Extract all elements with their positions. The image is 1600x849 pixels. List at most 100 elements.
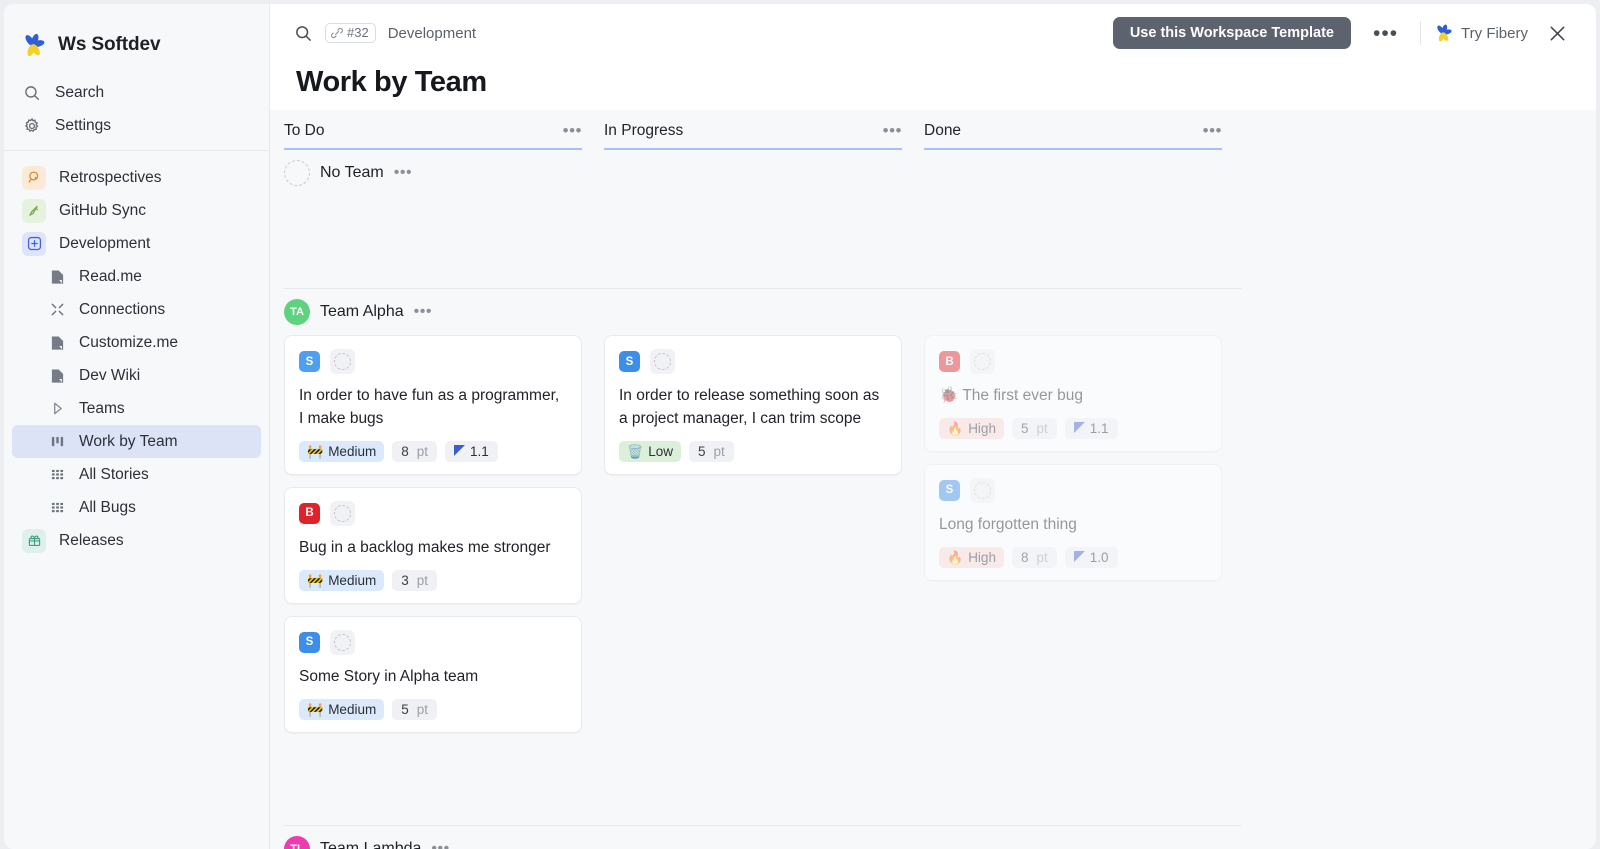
board-card[interactable]: S Some Story in Alpha team 🚧 Medium bbox=[284, 616, 582, 733]
card-type-badge[interactable]: B bbox=[939, 351, 960, 372]
board-card[interactable]: S In order to have fun as a programmer, … bbox=[284, 335, 582, 475]
board-column-header-done[interactable]: Done ••• bbox=[924, 120, 1222, 150]
assignee-avatar-placeholder[interactable] bbox=[330, 501, 355, 526]
swimlane-cell-done[interactable] bbox=[924, 196, 1222, 288]
board-column-header-inprogress[interactable]: In Progress ••• bbox=[604, 120, 902, 150]
entity-id-badge[interactable]: #32 bbox=[325, 23, 376, 43]
version-badge[interactable]: 1.1 bbox=[1065, 418, 1118, 439]
assignee-avatar-placeholder[interactable] bbox=[330, 630, 355, 655]
priority-badge[interactable]: 🔥 High bbox=[939, 418, 1004, 439]
priority-badge[interactable]: 🔥 High bbox=[939, 547, 1004, 568]
swimlane-menu-icon[interactable]: ••• bbox=[394, 164, 412, 182]
assignee-avatar-placeholder[interactable] bbox=[970, 349, 995, 374]
points-badge[interactable]: 8 pt bbox=[392, 441, 437, 462]
swimlane-menu-icon[interactable]: ••• bbox=[431, 840, 449, 849]
points-badge[interactable]: 3 pt bbox=[392, 570, 437, 591]
swimlane-menu-icon[interactable]: ••• bbox=[414, 303, 432, 321]
swimlane-cell-todo[interactable]: S In order to have fun as a programmer, … bbox=[284, 335, 582, 759]
swimlane-cell-todo[interactable] bbox=[284, 196, 582, 288]
priority-badge[interactable]: 🗑️ Low bbox=[619, 441, 681, 462]
card-type-badge[interactable]: S bbox=[299, 351, 320, 372]
swimlane-header[interactable]: No Team ••• bbox=[284, 150, 1596, 196]
swimlane-body bbox=[284, 196, 1596, 288]
points-badge[interactable]: 5 pt bbox=[689, 441, 734, 462]
card-header: B bbox=[299, 501, 567, 526]
sidebar-item-search[interactable]: Search bbox=[12, 76, 261, 109]
sidebar-item-label: Releases bbox=[59, 532, 124, 550]
points-badge[interactable]: 5 pt bbox=[392, 699, 437, 720]
breadcrumb-item[interactable]: Development bbox=[388, 25, 476, 42]
card-title: 🐞 The first ever bug bbox=[939, 385, 1207, 408]
gift-icon bbox=[22, 529, 46, 553]
assignee-avatar-placeholder[interactable] bbox=[650, 349, 675, 374]
version-badge[interactable]: 1.1 bbox=[445, 441, 498, 462]
sidebar-item-teams[interactable]: Teams bbox=[12, 392, 261, 425]
column-menu-icon[interactable]: ••• bbox=[1203, 122, 1222, 139]
board-column-header-todo[interactable]: To Do ••• bbox=[284, 120, 582, 150]
swimlane-header[interactable]: TL Team Lambda ••• bbox=[284, 826, 1596, 849]
sidebar-item-all-bugs[interactable]: All Bugs bbox=[12, 491, 261, 524]
sidebar-item-label: Customize.me bbox=[79, 334, 178, 352]
version-badge[interactable]: 1.0 bbox=[1065, 547, 1118, 568]
points-value: 8 bbox=[401, 444, 409, 459]
sidebar-item-work-by-team[interactable]: Work by Team bbox=[12, 425, 261, 458]
workspace-header[interactable]: Ws Softdev bbox=[4, 26, 269, 64]
priority-badge[interactable]: 🚧 Medium bbox=[299, 441, 384, 462]
card-title: Bug in a backlog makes me stronger bbox=[299, 537, 567, 560]
swimlane-header[interactable]: TA Team Alpha ••• bbox=[284, 289, 1596, 335]
sidebar-item-dev-wiki[interactable]: Dev Wiki bbox=[12, 359, 261, 392]
board[interactable]: To Do ••• In Progress ••• Done ••• bbox=[270, 110, 1596, 849]
github-sync-icon bbox=[22, 199, 46, 223]
swimlane-cell-done[interactable]: B 🐞 The first ever bug 🔥 High 5 bbox=[924, 335, 1222, 759]
sidebar: Ws Softdev Search Settings bbox=[4, 4, 270, 849]
more-dots-icon[interactable]: ••• bbox=[1363, 23, 1408, 44]
sidebar-item-customize-me[interactable]: Customize.me bbox=[12, 326, 261, 359]
card-type-badge[interactable]: B bbox=[299, 503, 320, 524]
priority-badge[interactable]: 🚧 Medium bbox=[299, 570, 384, 591]
card-type-badge[interactable]: S bbox=[939, 480, 960, 501]
try-fibery-button[interactable]: Try Fibery bbox=[1433, 23, 1532, 43]
priority-label: Low bbox=[648, 444, 673, 459]
column-title: To Do bbox=[284, 122, 325, 140]
sidebar-item-releases[interactable]: Releases bbox=[12, 524, 261, 557]
board-card[interactable]: S Long forgotten thing 🔥 High 8 bbox=[924, 464, 1222, 581]
points-badge[interactable]: 8 pt bbox=[1012, 547, 1057, 568]
flag-icon bbox=[1074, 422, 1085, 434]
card-type-badge[interactable]: S bbox=[299, 632, 320, 653]
card-chips: 🔥 High 8 pt bbox=[939, 547, 1207, 568]
sidebar-item-retrospectives[interactable]: Retrospectives bbox=[12, 161, 261, 194]
swimlane-cell-inprogress[interactable] bbox=[604, 196, 902, 288]
board-card[interactable]: B Bug in a backlog makes me stronger 🚧 M… bbox=[284, 487, 582, 604]
column-menu-icon[interactable]: ••• bbox=[883, 122, 902, 139]
sidebar-item-connections[interactable]: Connections bbox=[12, 293, 261, 326]
assignee-avatar-placeholder[interactable] bbox=[330, 349, 355, 374]
assignee-avatar-placeholder[interactable] bbox=[970, 478, 995, 503]
search-icon bbox=[22, 83, 42, 103]
card-type-badge[interactable]: S bbox=[619, 351, 640, 372]
sidebar-item-all-stories[interactable]: All Stories bbox=[12, 458, 261, 491]
priority-badge[interactable]: 🚧 Medium bbox=[299, 699, 384, 720]
sidebar-item-development[interactable]: Development bbox=[12, 227, 261, 260]
swimlane-cell-inprogress[interactable]: S In order to release something soon as … bbox=[604, 335, 902, 759]
column-menu-icon[interactable]: ••• bbox=[563, 122, 582, 139]
search-icon[interactable] bbox=[294, 24, 313, 43]
topbar: #32 Development Use this Workspace Templ… bbox=[270, 4, 1596, 62]
points-unit: pt bbox=[1036, 421, 1047, 436]
use-workspace-template-button[interactable]: Use this Workspace Template bbox=[1113, 17, 1351, 49]
swimlane-body: S In order to have fun as a programmer, … bbox=[284, 335, 1596, 759]
sidebar-item-read-me[interactable]: Read.me bbox=[12, 260, 261, 293]
swimlane-title: No Team bbox=[320, 164, 384, 182]
points-unit: pt bbox=[417, 573, 428, 588]
points-badge[interactable]: 5 pt bbox=[1012, 418, 1057, 439]
board-card[interactable]: S In order to release something soon as … bbox=[604, 335, 902, 475]
board-card[interactable]: B 🐞 The first ever bug 🔥 High 5 bbox=[924, 335, 1222, 452]
swimlane-team-lambda: TL Team Lambda ••• bbox=[284, 826, 1596, 849]
close-icon[interactable] bbox=[1544, 20, 1570, 46]
card-title: In order to have fun as a programmer, I … bbox=[299, 385, 567, 431]
try-fibery-label: Try Fibery bbox=[1461, 25, 1528, 42]
sidebar-item-settings[interactable]: Settings bbox=[12, 109, 261, 142]
priority-label: Medium bbox=[328, 573, 376, 588]
card-header: S bbox=[619, 349, 887, 374]
document-icon bbox=[48, 367, 66, 385]
sidebar-item-github-sync[interactable]: GitHub Sync bbox=[12, 194, 261, 227]
